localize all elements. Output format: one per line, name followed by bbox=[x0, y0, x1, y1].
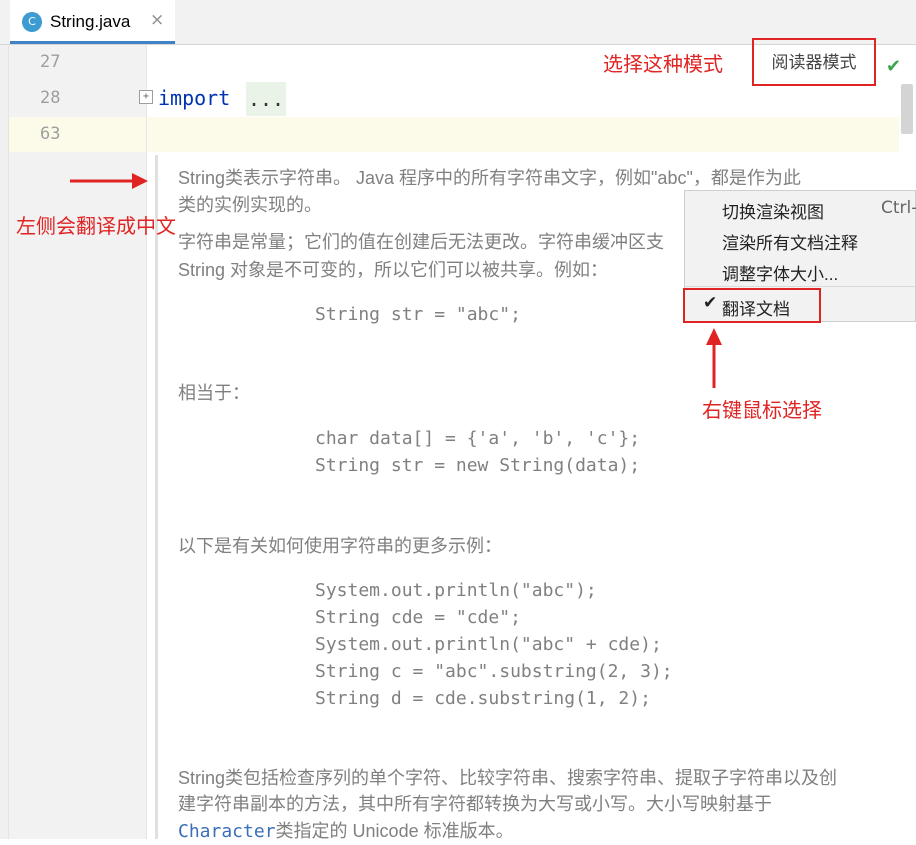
arrow-right-icon bbox=[70, 173, 148, 189]
annotation-arrows bbox=[70, 173, 722, 388]
arrow-up-icon bbox=[706, 328, 722, 388]
